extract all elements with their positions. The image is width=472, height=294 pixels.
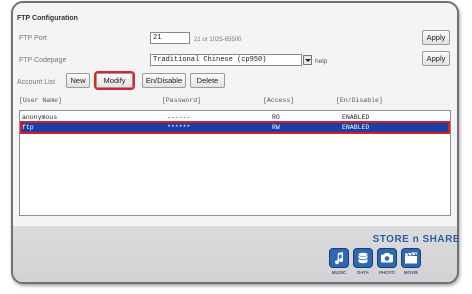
ftp-port-input[interactable]: 21 <box>150 32 190 44</box>
brand-title: STORE n SHARE <box>372 234 460 245</box>
chevron-down-icon[interactable] <box>303 55 312 65</box>
en-disable-button[interactable]: En/Disable <box>142 73 186 88</box>
account-list[interactable]: anonymous ------ RO ENABLED ftp ****** R… <box>19 110 451 216</box>
data-icon <box>353 248 373 268</box>
music-icon <box>329 248 349 268</box>
apply-port-button[interactable]: Apply <box>422 30 450 45</box>
cell-access: RO <box>272 114 280 121</box>
apply-codepage-button[interactable]: Apply <box>422 51 450 66</box>
ftp-port-label: FTP Port <box>19 35 47 42</box>
section-title: FTP Configuration <box>17 15 78 22</box>
data-label: DATA <box>357 270 369 275</box>
cell-user: ftp <box>22 124 34 131</box>
cell-status: ENABLED <box>342 124 370 131</box>
movie-label: MOVIE <box>403 270 419 275</box>
help-link[interactable]: help <box>315 57 327 66</box>
cell-password: ****** <box>167 124 191 131</box>
movie-icon <box>401 248 421 268</box>
new-button[interactable]: New <box>66 73 90 88</box>
cell-status: ENABLED <box>342 114 370 121</box>
cell-access: RW <box>272 124 280 131</box>
ftp-codepage-select[interactable]: Traditional Chinese (cp950) <box>150 54 302 66</box>
config-area: FTP Configuration FTP Port 21 21 or 1025… <box>13 3 457 226</box>
cell-user: anonymous <box>22 114 58 121</box>
column-header-access: [Access] <box>263 97 295 104</box>
photo-label: PHOTO <box>379 270 395 275</box>
modify-button[interactable]: Modify <box>94 71 135 90</box>
column-header-status: [En/Disable] <box>336 97 383 104</box>
list-item[interactable]: anonymous ------ RO ENABLED <box>22 113 448 122</box>
column-header-password: [Password] <box>162 97 202 104</box>
column-header-user: [User Name] <box>19 97 62 104</box>
list-item[interactable]: ftp ****** RW ENABLED <box>20 121 450 134</box>
ftp-codepage-label: FTP Codepage <box>19 57 67 64</box>
cell-password: ------ <box>167 114 191 121</box>
delete-button[interactable]: Delete <box>190 73 225 88</box>
account-list-label: Account List <box>17 79 56 86</box>
ftp-port-hint: 21 or 1025-65500 <box>194 37 242 43</box>
photo-icon <box>377 248 397 268</box>
music-label: MUSIC <box>331 270 347 275</box>
